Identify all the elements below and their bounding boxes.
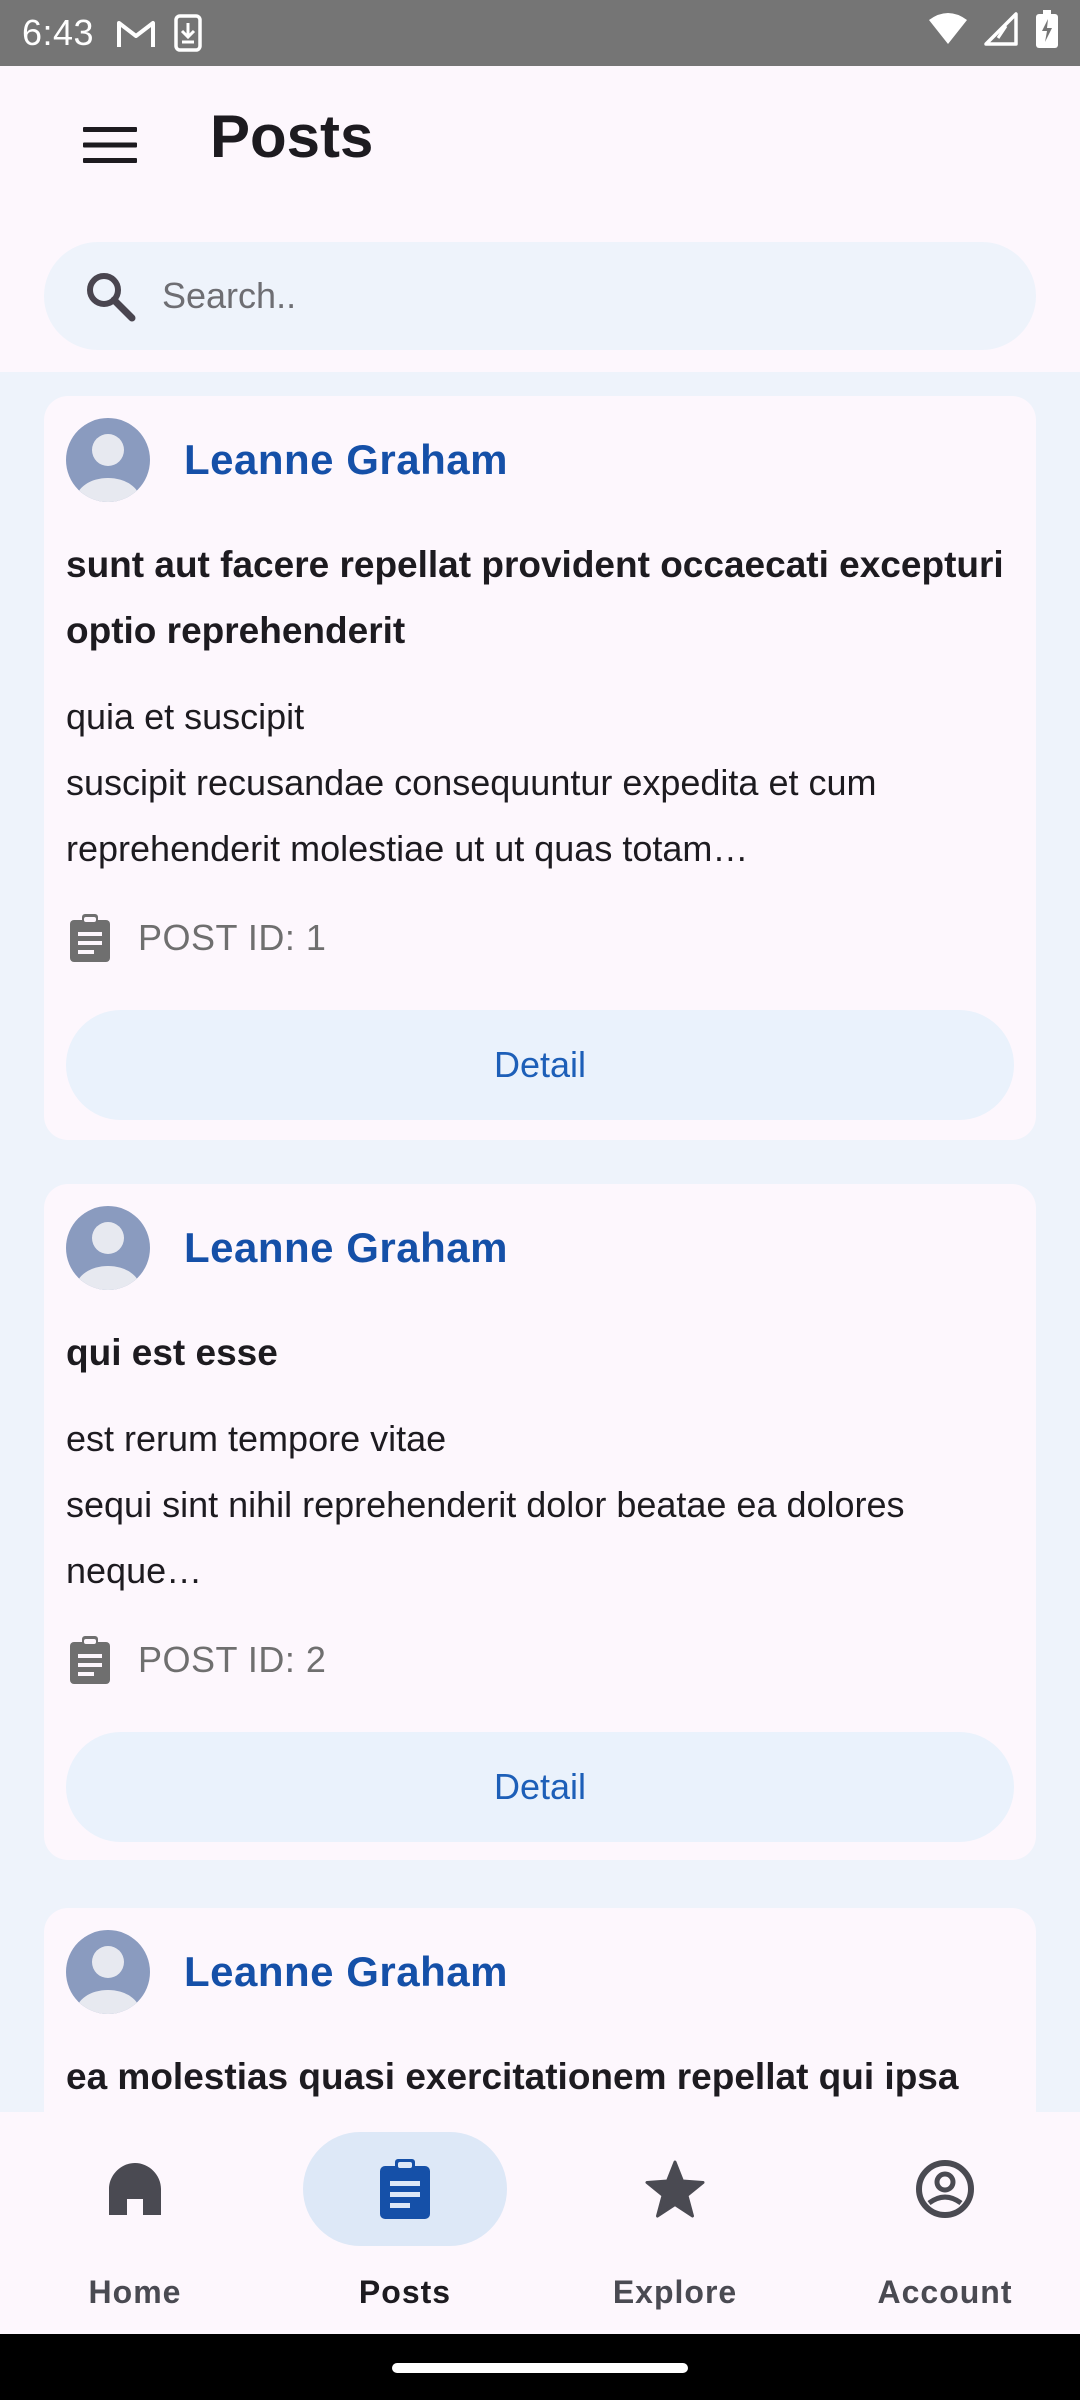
search-icon <box>80 266 140 326</box>
menu-button[interactable] <box>70 110 150 180</box>
post-author-row: Leanne Graham <box>66 1930 1014 2014</box>
page-title: Posts <box>210 103 374 170</box>
avatar <box>66 1206 150 1290</box>
post-author[interactable]: Leanne Graham <box>184 1224 508 1272</box>
post-author-row: Leanne Graham <box>66 418 1014 502</box>
status-bar: 6:43 <box>0 0 1080 66</box>
star-icon <box>645 2160 705 2218</box>
search-bar[interactable] <box>44 242 1036 350</box>
hamburger-icon <box>83 127 137 163</box>
nav-posts[interactable]: Posts <box>270 2112 540 2334</box>
nav-posts-label: Posts <box>358 2274 452 2310</box>
battery-icon <box>1036 9 1058 57</box>
posts-list[interactable]: Leanne Graham sunt aut facere repellat p… <box>0 372 1080 2112</box>
search-input[interactable] <box>162 275 982 317</box>
post-card: Leanne Graham sunt aut facere repellat p… <box>44 396 1036 1140</box>
post-author[interactable]: Leanne Graham <box>184 1948 508 1996</box>
post-meta: POST ID: 1 <box>66 908 1014 968</box>
post-title: qui est esse <box>66 1332 278 1373</box>
post-card: Leanne Graham ea molestias quasi exercit… <box>44 1908 1036 2112</box>
status-time: 6:43 <box>22 12 95 53</box>
detail-button[interactable]: Detail <box>66 1732 1014 1842</box>
post-body: est rerum tempore vitae sequi sint nihil… <box>66 1418 905 1591</box>
bottom-navigation: Home Posts Explore Account <box>0 2112 1080 2334</box>
post-id: POST ID: 1 <box>138 917 327 958</box>
clipboard-icon <box>66 1633 114 1687</box>
detail-button[interactable]: Detail <box>66 1010 1014 1120</box>
nav-home-label: Home <box>88 2274 182 2310</box>
wifi-icon <box>928 12 968 55</box>
account-icon <box>916 2160 974 2218</box>
home-icon <box>109 2163 161 2215</box>
signal-icon <box>984 11 1020 55</box>
post-author-row: Leanne Graham <box>66 1206 1014 1290</box>
post-body: quia et suscipit suscipit recusandae con… <box>66 696 877 869</box>
app-bar: Posts <box>0 66 1080 216</box>
person-icon <box>76 1222 140 1290</box>
person-icon <box>76 434 140 502</box>
post-author[interactable]: Leanne Graham <box>184 436 508 484</box>
post-title: ea molestias quasi exercitationem repell… <box>66 2056 959 2097</box>
posts-icon <box>380 2159 430 2219</box>
post-title: sunt aut facere repellat provident occae… <box>66 544 1004 651</box>
avatar <box>66 418 150 502</box>
nav-account[interactable]: Account <box>810 2112 1080 2334</box>
avatar <box>66 1930 150 2014</box>
nav-explore-label: Explore <box>612 2274 738 2310</box>
post-meta: POST ID: 2 <box>66 1630 1014 1690</box>
post-card: Leanne Graham qui est esse est rerum tem… <box>44 1184 1036 1860</box>
gesture-bar <box>0 2334 1080 2400</box>
nav-home[interactable]: Home <box>0 2112 270 2334</box>
download-icon <box>174 14 202 52</box>
nav-explore[interactable]: Explore <box>540 2112 810 2334</box>
post-id: POST ID: 2 <box>138 1639 327 1680</box>
nav-account-label: Account <box>877 2274 1013 2310</box>
search-section <box>0 216 1080 372</box>
home-gesture-handle[interactable] <box>392 2363 688 2373</box>
clipboard-icon <box>66 911 114 965</box>
gmail-icon <box>116 17 156 49</box>
person-icon <box>76 1946 140 2014</box>
